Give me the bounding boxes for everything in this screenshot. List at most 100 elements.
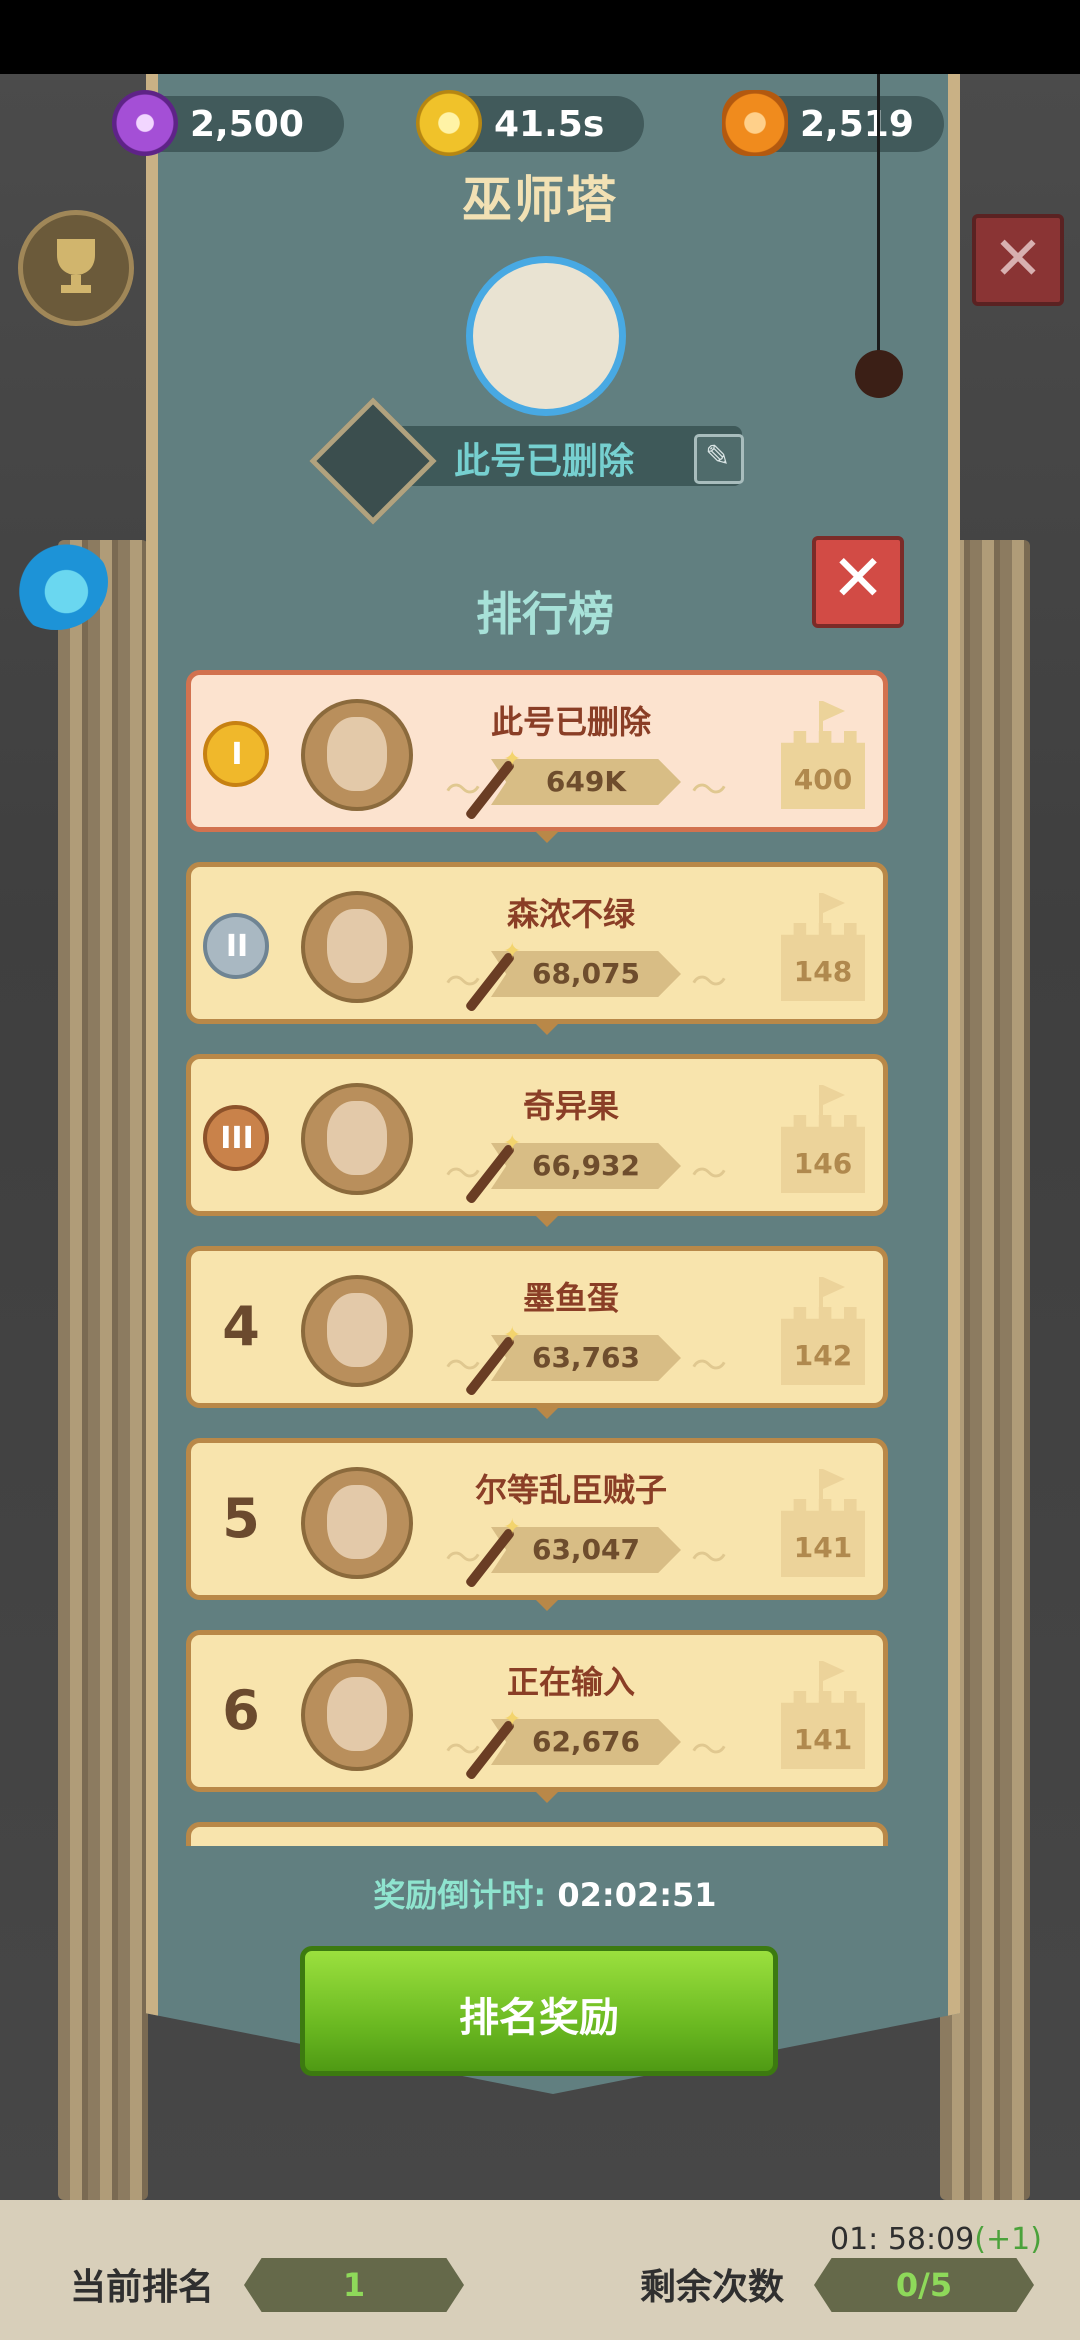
remaining-label: 剩余次数 [640, 2267, 785, 2308]
row-score: 66,932 [531, 1149, 641, 1182]
avatar[interactable] [301, 1275, 413, 1387]
row-floor: 146 [793, 1147, 853, 1180]
row-pointer [535, 831, 559, 843]
row-player-name: 森浓不绿 [506, 895, 635, 933]
leaderboard-row[interactable] [186, 1822, 888, 1846]
ornament-right-icon: 〜 [691, 1538, 728, 1579]
trophy-icon [57, 239, 95, 293]
sparkle-icon: ✦ [503, 1131, 522, 1156]
refill-timer: 01: 58:09(+1) [830, 2222, 1042, 2257]
row-floor: 141 [793, 1723, 853, 1756]
leaderboard-row[interactable]: II 森浓不绿 〜 68,075 〜 ✦ 148 [186, 862, 888, 1035]
ornament-right-icon: 〜 [691, 1730, 728, 1771]
avatar[interactable] [301, 1659, 413, 1771]
castle-icon: 146 [781, 1085, 865, 1193]
row-floor: 400 [793, 763, 853, 796]
row-floor: 148 [793, 955, 853, 988]
leaderboard-title: 排行榜 [476, 587, 614, 641]
bronze-medal-icon: III [203, 1105, 269, 1171]
rank-number: 6 [222, 1679, 260, 1742]
gold-coin-icon [416, 90, 482, 156]
timer-bonus: (+1) [974, 2222, 1042, 2257]
leaderboard-row[interactable]: I 此号已删除 〜 649K 〜 ✦ 400 [186, 670, 888, 843]
currency-coins[interactable]: 41.5s [416, 90, 644, 156]
row-player-name: 此号已删除 [490, 703, 651, 741]
leaderboard-list[interactable]: I 此号已删除 〜 649K 〜 ✦ 400 II 森浓不绿 〜 68,075 … [180, 660, 900, 1846]
left-pillar [58, 540, 148, 2200]
orange-stone-icon [722, 90, 788, 156]
currency-stones[interactable]: 2,519 [722, 90, 944, 156]
sparkle-icon: ✦ [503, 1515, 522, 1540]
gold-medal-icon: I [203, 721, 269, 787]
avatar[interactable] [301, 1083, 413, 1195]
tower-title: 巫师塔 [462, 171, 618, 229]
reward-countdown: 奖励倒计时: 02:02:51 [0, 1870, 1080, 1916]
remaining-pill: 0/5 [814, 2258, 1034, 2312]
leaderboard-close-button[interactable]: ✕ [812, 536, 904, 628]
row-pointer [535, 1407, 559, 1419]
row-score: 68,075 [531, 957, 641, 990]
castle-icon: 400 [781, 701, 865, 809]
row-score: 63,763 [531, 1341, 641, 1374]
rank-label: II [225, 929, 249, 964]
avatar[interactable] [301, 1467, 413, 1579]
currency-gems[interactable]: 2,500 [112, 90, 344, 156]
row-floor: 142 [793, 1339, 853, 1372]
castle-icon: 141 [781, 1469, 865, 1577]
row-floor: 141 [793, 1531, 853, 1564]
castle-icon: 148 [781, 893, 865, 1001]
sparkle-icon: ✦ [503, 747, 522, 772]
ornament-right-icon: 〜 [691, 1346, 728, 1387]
row-player-name: 尔等乱臣贼子 [474, 1471, 667, 1509]
sparkle-icon: ✦ [503, 939, 522, 964]
row-score: 649K [545, 765, 627, 798]
player-avatar[interactable] [466, 256, 626, 416]
current-rank-label: 当前排名 [70, 2267, 215, 2308]
purple-gem-icon [112, 90, 178, 156]
edit-name-button[interactable]: ✎ [694, 434, 744, 484]
rank-number: 5 [222, 1487, 260, 1550]
silver-medal-icon: II [203, 913, 269, 979]
coins-value: 41.5s [494, 104, 605, 145]
leaderboard-row[interactable]: 4 墨鱼蛋 〜 63,763 〜 ✦ 142 [186, 1246, 888, 1419]
row-player-name: 正在输入 [506, 1663, 635, 1701]
spider-decoration [855, 350, 903, 398]
sparkle-icon: ✦ [503, 1707, 522, 1732]
leaderboard-row[interactable]: III 奇异果 〜 66,932 〜 ✦ 146 [186, 1054, 888, 1227]
sparkle-icon: ✦ [503, 1323, 522, 1348]
close-icon: ✕ [831, 542, 885, 616]
stones-value: 2,519 [800, 104, 914, 145]
row-score: 63,047 [531, 1533, 641, 1566]
countdown-time: 02:02:51 [557, 1876, 717, 1914]
rank-reward-button[interactable]: 排名奖励 [300, 1946, 778, 2076]
current-rank-pill: 1 [244, 2258, 464, 2312]
countdown-label: 奖励倒计时: [373, 1876, 547, 1914]
row-score: 62,676 [531, 1725, 641, 1758]
row-pointer [535, 1215, 559, 1227]
remaining-value: 0/5 [895, 2266, 953, 2304]
row-pointer [535, 1599, 559, 1611]
leaderboard-row[interactable]: 6 正在输入 〜 62,676 〜 ✦ 141 [186, 1630, 888, 1803]
gems-value: 2,500 [190, 104, 304, 145]
rank-reward-label: 排名奖励 [459, 1995, 619, 2041]
status-bar [0, 0, 1080, 74]
row-player-name: 奇异果 [522, 1087, 619, 1125]
castle-icon: 142 [781, 1277, 865, 1385]
rank-label: I [231, 737, 243, 772]
row-pointer [535, 1791, 559, 1803]
ornament-right-icon: 〜 [691, 962, 728, 1003]
rank-number: 4 [222, 1295, 260, 1358]
edit-icon: ✎ [705, 439, 731, 474]
row-pointer [535, 1023, 559, 1035]
row-player-name: 墨鱼蛋 [522, 1279, 619, 1317]
current-rank-value: 1 [342, 2266, 366, 2304]
ornament-right-icon: 〜 [691, 770, 728, 811]
avatar[interactable] [301, 699, 413, 811]
timer-value: 01: 58:09 [830, 2222, 975, 2257]
avatar[interactable] [301, 891, 413, 1003]
ornament-right-icon: 〜 [691, 1154, 728, 1195]
rank-label: III [220, 1121, 254, 1156]
leaderboard-row[interactable]: 5 尔等乱臣贼子 〜 63,047 〜 ✦ 141 [186, 1438, 888, 1611]
castle-icon: 141 [781, 1661, 865, 1769]
close-icon: ✕ [992, 224, 1044, 294]
